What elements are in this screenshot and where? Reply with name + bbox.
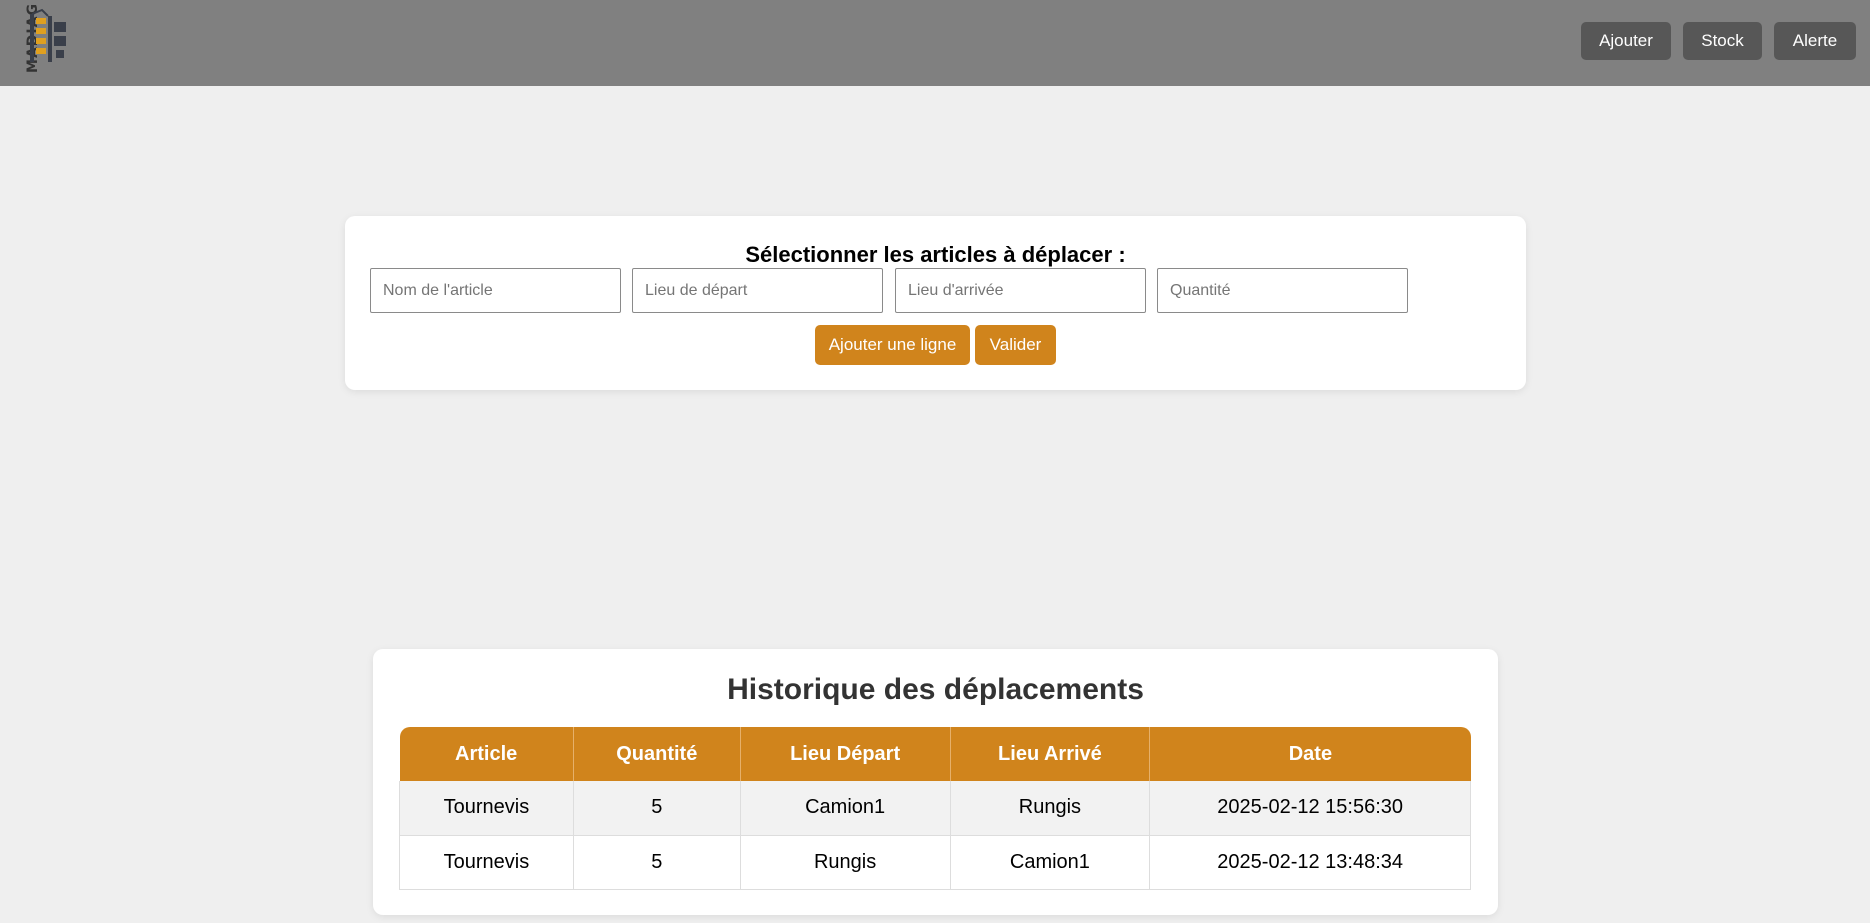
- move-items-form: Sélectionner les articles à déplacer : A…: [345, 216, 1526, 390]
- nav-add-button[interactable]: Ajouter: [1581, 22, 1671, 60]
- form-title: Sélectionner les articles à déplacer :: [745, 242, 1126, 267]
- table-row: Tournevis 5 Camion1 Rungis 2025-02-12 15…: [399, 781, 1471, 836]
- cell-departure: Camion1: [740, 781, 951, 836]
- cell-quantity: 5: [573, 835, 741, 890]
- validate-button[interactable]: Valider: [975, 325, 1056, 365]
- quantity-input[interactable]: [1157, 268, 1408, 313]
- cell-date: 2025-02-12 15:56:30: [1149, 781, 1471, 836]
- departure-location-input[interactable]: [632, 268, 883, 313]
- nav-stock-button[interactable]: Stock: [1683, 22, 1762, 60]
- madiag-logo[interactable]: MADIAG: [12, 3, 82, 73]
- cell-quantity: 5: [573, 781, 741, 836]
- cell-article: Tournevis: [399, 835, 574, 890]
- top-navigation-bar: MADIAG Ajouter Stock Alerte: [0, 0, 1870, 86]
- history-table: Article Quantité Lieu Départ Lieu Arrivé…: [399, 727, 1471, 890]
- cell-departure: Rungis: [740, 835, 951, 890]
- arrival-location-input[interactable]: [895, 268, 1146, 313]
- movement-history-panel: Historique des déplacements Article Quan…: [373, 649, 1498, 915]
- logo-image-icon: [30, 8, 66, 62]
- cell-arrival: Rungis: [950, 781, 1151, 836]
- cell-date: 2025-02-12 13:48:34: [1149, 835, 1471, 890]
- column-header-quantity[interactable]: Quantité: [573, 727, 741, 781]
- cell-arrival: Camion1: [950, 835, 1151, 890]
- column-header-arrival[interactable]: Lieu Arrivé: [950, 727, 1151, 781]
- nav-alert-button[interactable]: Alerte: [1774, 22, 1856, 60]
- article-name-input[interactable]: [370, 268, 621, 313]
- column-header-article[interactable]: Article: [399, 727, 574, 781]
- column-header-date[interactable]: Date: [1149, 727, 1471, 781]
- history-table-header: Article Quantité Lieu Départ Lieu Arrivé…: [399, 727, 1471, 781]
- history-title: Historique des déplacements: [727, 673, 1144, 706]
- cell-article: Tournevis: [399, 781, 574, 836]
- add-line-button[interactable]: Ajouter une ligne: [815, 325, 970, 365]
- table-row: Tournevis 5 Rungis Camion1 2025-02-12 13…: [399, 835, 1471, 890]
- column-header-departure[interactable]: Lieu Départ: [740, 727, 951, 781]
